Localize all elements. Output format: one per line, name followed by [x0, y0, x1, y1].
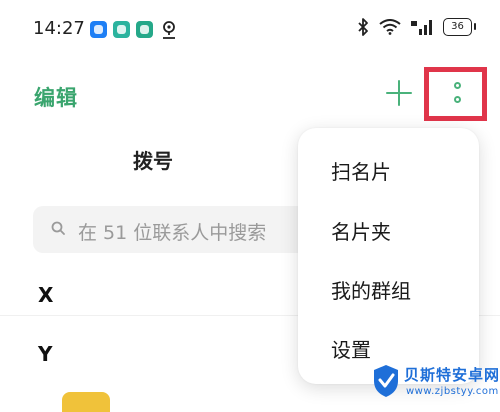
menu-item-my-groups[interactable]: 我的群组 [331, 275, 411, 304]
more-dot-icon [454, 96, 461, 103]
section-header-y: Y [38, 342, 53, 366]
watermark-url: www.zjbstyy.com [406, 386, 499, 397]
location-icon [163, 21, 175, 39]
search-placeholder: 在 51 位联系人中搜索 [78, 222, 267, 244]
bluetooth-app-icon [90, 21, 107, 38]
battery-icon: 36 [443, 18, 476, 36]
wifi-icon [379, 19, 401, 35]
watermark-title: 贝斯特安卓网 [404, 366, 500, 384]
chat-app-icon [113, 21, 130, 38]
status-bar: 14:27 36 [0, 0, 500, 60]
bluetooth-icon [358, 18, 368, 36]
menu-item-card-holder[interactable]: 名片夹 [331, 216, 391, 245]
more-dot-icon [454, 82, 461, 89]
edit-button[interactable]: 编辑 [34, 82, 78, 112]
search-icon [51, 221, 65, 235]
shield-logo-icon [374, 365, 398, 397]
more-vertical-icon[interactable] [424, 67, 487, 121]
tab-dial[interactable]: 拨号 [133, 145, 173, 174]
menu-item-settings[interactable]: 设置 [331, 334, 371, 363]
avatar[interactable] [62, 392, 110, 412]
watermark: 贝斯特安卓网 www.zjbstyy.com [370, 362, 500, 403]
signal-icon [411, 20, 432, 35]
section-header-x: X [38, 283, 54, 307]
message-app-icon [136, 21, 153, 38]
popup-menu: 扫名片 名片夹 我的群组 设置 [298, 128, 479, 384]
menu-item-scan-card[interactable]: 扫名片 [331, 156, 391, 185]
plus-icon[interactable] [386, 80, 412, 106]
status-right-group: 36 [357, 18, 476, 36]
status-time: 14:27 [33, 18, 85, 39]
